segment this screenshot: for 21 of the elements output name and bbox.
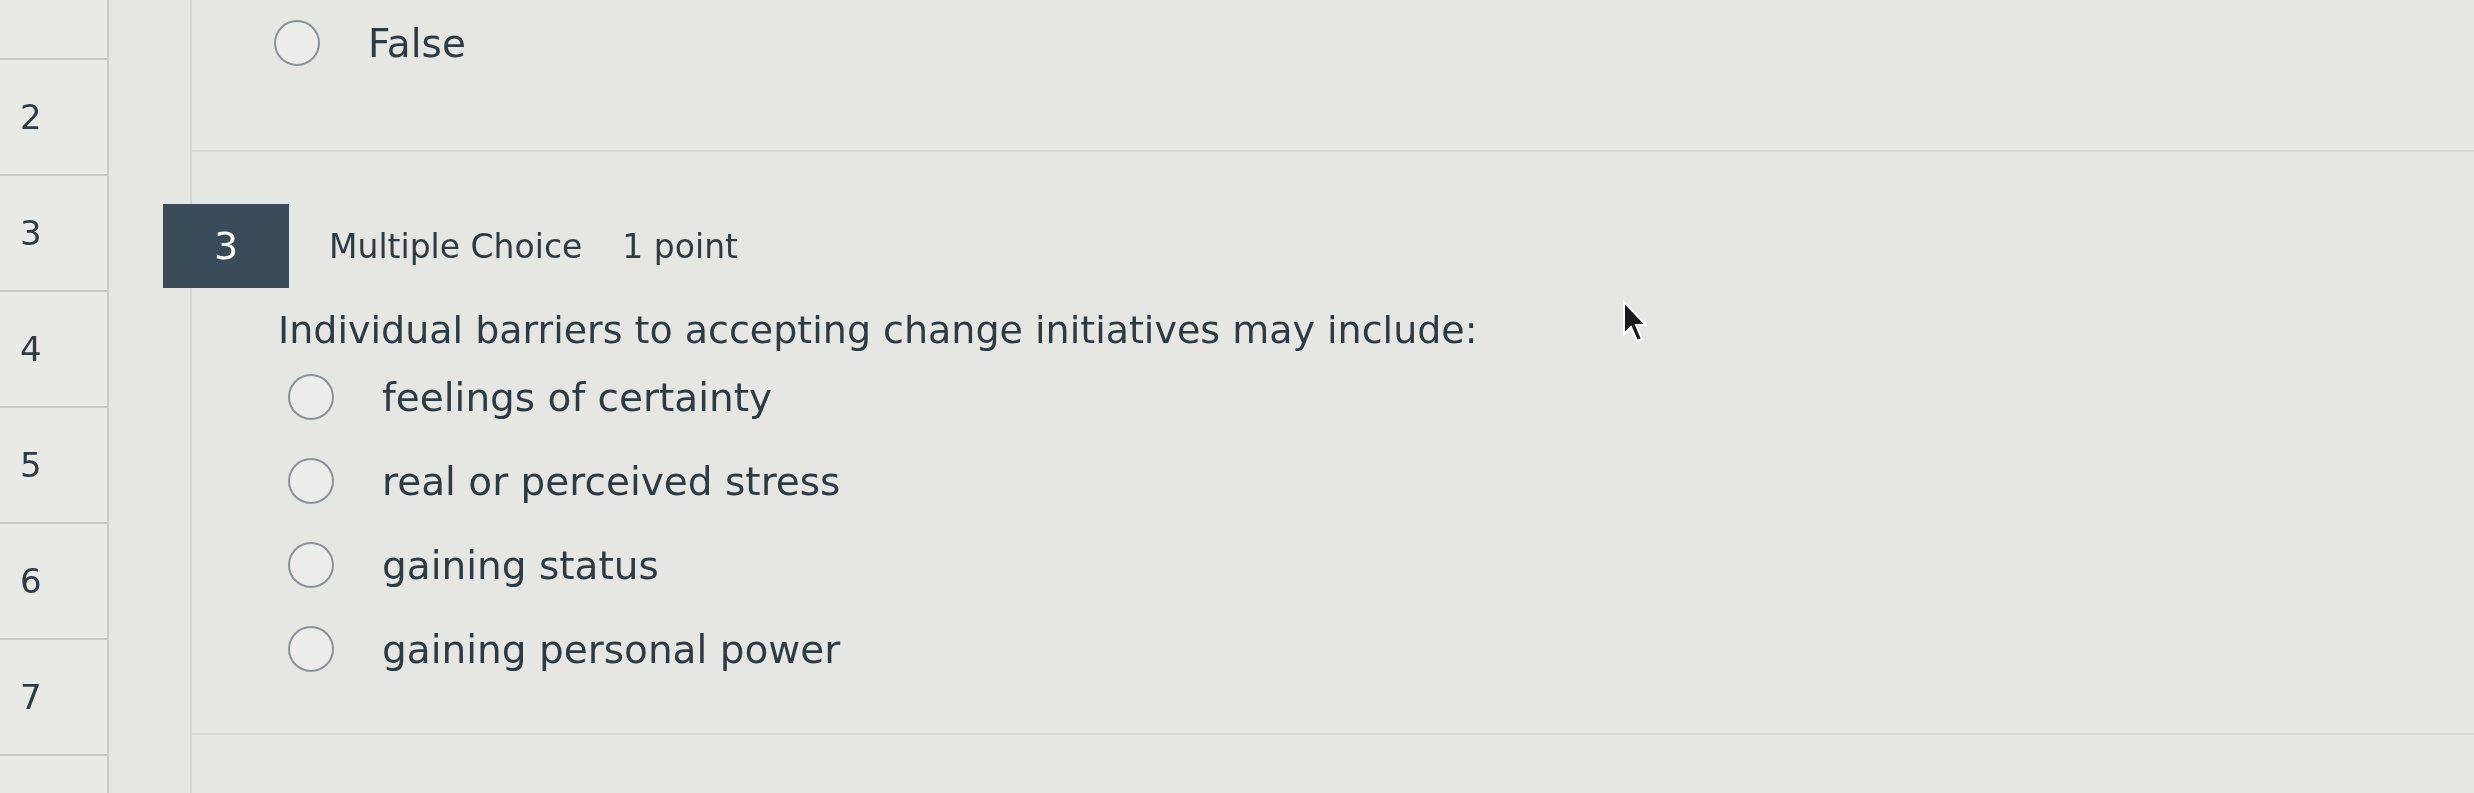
option-label: feelings of certainty [382,374,773,420]
question-number: 3 [163,204,289,288]
question-points: 1 point [622,226,738,266]
question-type: Multiple Choice [329,226,583,266]
radio-button[interactable] [274,20,320,66]
radio-button[interactable] [288,626,334,672]
question-text: Individual barriers to accepting change initiatives may include: [278,308,1478,352]
question-link[interactable]: 2 [0,60,107,176]
radio-button[interactable] [288,542,334,588]
radio-button[interactable] [288,374,334,420]
option-label: gaining status [382,542,659,588]
option-label: False [368,20,466,66]
option-label: gaining personal power [382,626,841,672]
radio-button[interactable] [288,458,334,504]
question-link[interactable]: 4 [0,292,107,408]
option-label: real or perceived stress [382,458,841,504]
question-link[interactable]: 7 [0,640,107,756]
question-link[interactable]: 6 [0,524,107,640]
question-link[interactable]: 5 [0,408,107,524]
cursor-icon [1622,300,1648,344]
question-link[interactable]: 3 [0,176,107,292]
